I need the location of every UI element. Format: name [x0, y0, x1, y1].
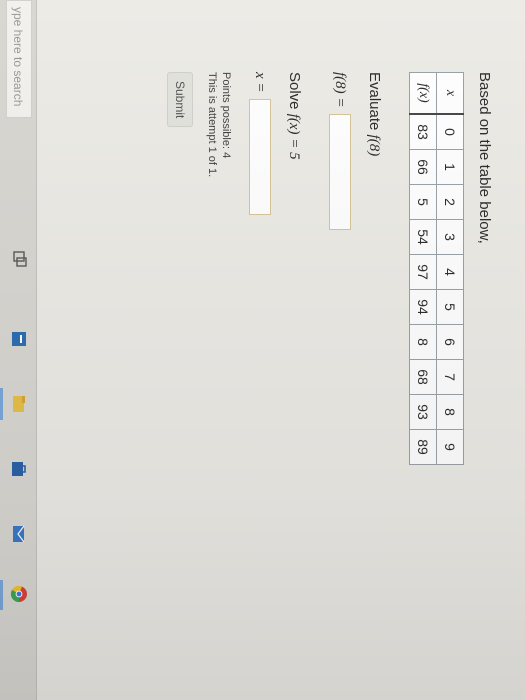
x-answer-input[interactable]: [249, 98, 271, 215]
monitor-screen: Based on the table below, x 0 1 2 3 4 5 …: [0, 0, 525, 700]
function-table: x 0 1 2 3 4 5 6 7 8 9 f(x) 83 66 5 54 97…: [409, 72, 464, 465]
fx-value: 97: [409, 254, 437, 290]
x-header: x: [436, 72, 464, 114]
part1-answer-row: f(8) =: [329, 72, 351, 512]
question-panel: Based on the table below, x 0 1 2 3 4 5 …: [167, 72, 493, 512]
taskbar: ype here to search: [0, 0, 37, 700]
submit-button[interactable]: Submit: [167, 72, 193, 128]
file-explorer-icon[interactable]: [10, 395, 28, 413]
x-value: 4: [436, 254, 464, 290]
fx-value: 8: [409, 324, 437, 360]
points-info: Points possible: 4 This is attempt 1 of …: [205, 72, 233, 512]
fx-value: 94: [409, 289, 437, 325]
part2-answer-label: x =: [252, 72, 269, 93]
part2-answer-row: x =: [249, 72, 271, 512]
store-icon[interactable]: [10, 460, 28, 478]
fx-header: f(x): [409, 72, 437, 114]
x-value: 9: [436, 429, 464, 465]
chrome-running-indicator: [0, 580, 3, 610]
fx-value: 89: [409, 429, 437, 465]
x-value: 0: [436, 114, 464, 150]
fx-value: 83: [409, 114, 437, 150]
task-view-icon[interactable]: [10, 250, 28, 268]
chrome-icon[interactable]: [10, 585, 28, 603]
fx-value: 93: [409, 394, 437, 430]
part2-instruction-text: Solve: [286, 72, 303, 114]
part1-instruction: Evaluate f(8): [365, 72, 383, 512]
f8-answer-input[interactable]: [329, 113, 351, 230]
table-row-fx: f(x) 83 66 5 54 97 94 8 68 93 89: [409, 72, 437, 465]
x-value: 1: [436, 149, 464, 185]
x-value: 5: [436, 289, 464, 325]
edge-browser-icon[interactable]: [10, 330, 28, 348]
taskbar-search-box[interactable]: ype here to search: [6, 0, 32, 118]
points-possible: Points possible: 4: [220, 72, 232, 159]
part2-instruction: Solve f(x) = 5: [285, 72, 303, 512]
fx-value: 68: [409, 359, 437, 395]
mail-icon[interactable]: [10, 525, 28, 543]
x-value: 8: [436, 394, 464, 430]
x-value: 6: [436, 324, 464, 360]
x-value: 7: [436, 359, 464, 395]
active-app-indicator: [0, 388, 3, 420]
part1-instruction-math: f(8): [366, 134, 382, 157]
part2-instruction-math: f(x) = 5: [286, 113, 302, 160]
table-row-x: x 0 1 2 3 4 5 6 7 8 9: [436, 72, 464, 465]
attempt-info: This is attempt 1 of 1.: [206, 72, 218, 178]
x-value: 3: [436, 219, 464, 255]
part1-answer-label: f(8) =: [332, 72, 349, 108]
part1-instruction-text: Evaluate: [366, 72, 383, 135]
fx-value: 54: [409, 219, 437, 255]
fx-value: 5: [409, 184, 437, 220]
x-value: 2: [436, 184, 464, 220]
fx-value: 66: [409, 149, 437, 185]
question-prompt: Based on the table below,: [476, 72, 493, 244]
